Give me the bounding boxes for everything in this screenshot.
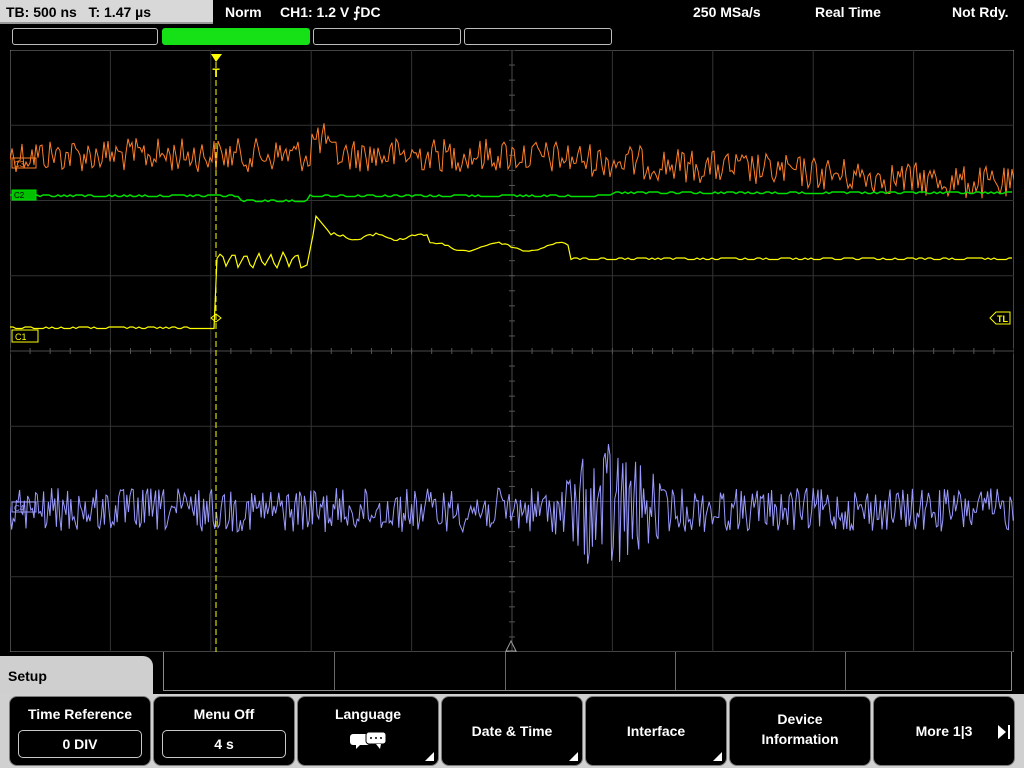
more-label: More 1|3 (915, 723, 973, 739)
sample-rate: 250 MSa/s (693, 4, 761, 20)
channel-2-ground-marker[interactable]: C2 (11, 189, 37, 201)
softkey-bar: Time Reference 0 DIV Menu Off 4 s Langua… (0, 694, 1024, 768)
time-reference-value[interactable]: 0 DIV (18, 730, 142, 758)
trigger-info[interactable]: CH1: 1.2 V ⨍DC (280, 0, 381, 24)
trigger-position-label: T (212, 66, 220, 80)
date-time-label: Date & Time (471, 723, 553, 739)
channel-4-button[interactable]: CH4: 1mV≅Ω (464, 28, 612, 62)
time-reference-label: Time Reference (27, 706, 132, 722)
submenu-indicator-icon (569, 752, 578, 761)
language-label: Language (334, 706, 402, 722)
menu-off-label: Menu Off (193, 706, 255, 722)
waveform-display[interactable]: T C1 C3 C2 C4 TL (10, 50, 1014, 652)
channel-bar: CH1: 5 V≅ CH2: 20 mV≅Ω CH3: 1mV≅Ω CH4: 1… (0, 26, 1024, 62)
acquisition-mode: Real Time (815, 4, 881, 20)
time-reference-softkey[interactable]: Time Reference 0 DIV (9, 696, 151, 766)
aux-divider (845, 652, 846, 690)
aux-divider (505, 652, 506, 690)
menu-title-tab: Setup (0, 656, 153, 694)
menu-off-softkey[interactable]: Menu Off 4 s (153, 696, 295, 766)
next-page-icon (998, 725, 1006, 739)
status-bar: TB: 500 ns T: 1.47 µs Norm CH1: 1.2 V ⨍D… (0, 0, 1024, 26)
date-time-softkey[interactable]: Date & Time (441, 696, 583, 766)
menu-title: Setup (8, 668, 47, 684)
more-softkey[interactable]: More 1|3 (873, 696, 1015, 766)
device-information-softkey[interactable]: Device Information (729, 696, 871, 766)
device-information-label-line1: Device (777, 711, 823, 727)
interface-label: Interface (626, 723, 686, 739)
channel-2-ground-label: C2 (14, 191, 25, 200)
acquisition-state: Not Rdy. (952, 4, 1009, 20)
timebase-readout[interactable]: TB: 500 ns T: 1.47 µs (0, 0, 213, 24)
auxiliary-strip (163, 652, 1012, 691)
device-information-label-line2: Information (761, 731, 839, 747)
channel-1-ground-label: C1 (15, 332, 27, 342)
trigger-mode[interactable]: Norm (225, 0, 262, 24)
speech-bubbles-icon (350, 731, 387, 749)
channel-1-button[interactable]: CH1: 5 V≅ (12, 28, 158, 62)
menu-off-value[interactable]: 4 s (162, 730, 286, 758)
channel-3-ground-label: C3 (14, 160, 25, 169)
submenu-indicator-icon (425, 752, 434, 761)
submenu-indicator-icon (713, 752, 722, 761)
language-softkey[interactable]: Language (297, 696, 439, 766)
interface-softkey[interactable]: Interface (585, 696, 727, 766)
channel-2-button[interactable]: CH2: 20 mV≅Ω (162, 28, 310, 62)
aux-divider (334, 652, 335, 690)
trigger-level-label: TL (997, 314, 1008, 324)
channel-4-ground-label: C4 (14, 504, 25, 513)
aux-divider (675, 652, 676, 690)
next-page-bar-icon (1008, 725, 1010, 739)
channel-3-button[interactable]: CH3: 1mV≅Ω (313, 28, 461, 62)
waveform-canvas: T C1 C3 C2 C4 TL (10, 50, 1014, 652)
